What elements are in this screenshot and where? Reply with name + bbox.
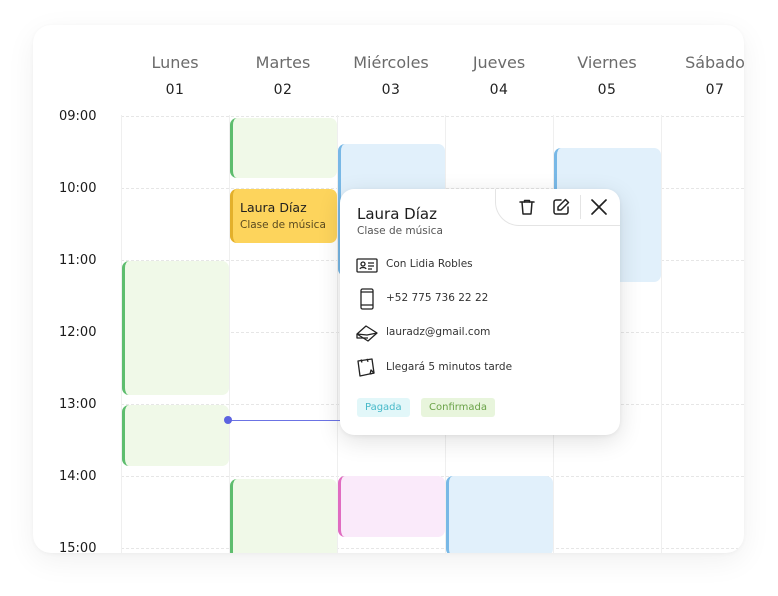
hour-label: 11:00 (59, 253, 97, 268)
hour-label: 15:00 (59, 541, 97, 553)
popup-email[interactable]: lauradz@gmail.com (386, 326, 490, 338)
event-subtitle: Clase de música (240, 219, 326, 231)
day-number: 04 (489, 82, 509, 98)
event-block[interactable] (122, 261, 229, 395)
hour-label: 14:00 (59, 469, 97, 484)
grid-hour-line (121, 116, 744, 117)
hour-label: 13:00 (59, 397, 97, 412)
current-time-dot (224, 416, 232, 424)
status-badge-paid: Pagada (357, 398, 410, 417)
event-block[interactable] (230, 118, 337, 178)
popup-client-name: Laura Díaz (357, 205, 437, 223)
day-number: 02 (273, 82, 293, 98)
phone-icon (355, 288, 379, 310)
day-name: Martes (255, 53, 311, 72)
day-number: 05 (597, 82, 617, 98)
id-card-icon (355, 254, 379, 276)
envelope-icon (355, 322, 379, 344)
trash-icon[interactable] (516, 196, 538, 218)
hour-label: 09:00 (59, 109, 97, 124)
popup-phone[interactable]: +52 775 736 22 22 (386, 292, 488, 304)
grid-day-line (661, 115, 662, 553)
day-name: Sábado (685, 53, 744, 72)
status-badge-confirmed: Confirmada (421, 398, 496, 417)
day-name: Lunes (151, 53, 199, 72)
day-number: 01 (165, 82, 185, 98)
grid-hour-line (121, 548, 744, 549)
popup-class-name: Clase de música (357, 225, 443, 237)
event-block[interactable] (338, 476, 445, 537)
hour-label: 10:00 (59, 181, 97, 196)
day-number: 03 (381, 82, 401, 98)
action-divider (580, 195, 581, 219)
popup-teacher: Con Lidia Robles (386, 258, 473, 270)
note-icon (355, 357, 379, 379)
event-detail-popup: Laura Díaz Clase de música Con Lidia Rob… (340, 189, 620, 435)
popup-actions (495, 189, 620, 226)
day-name: Miércoles (353, 53, 429, 72)
event-block[interactable] (122, 405, 229, 466)
day-name: Jueves (472, 53, 526, 72)
day-name: Viernes (577, 53, 637, 72)
close-icon[interactable] (588, 196, 610, 218)
edit-icon[interactable] (550, 196, 572, 218)
day-number: 07 (705, 82, 725, 98)
current-time-line (231, 420, 341, 421)
hour-label: 12:00 (59, 325, 97, 340)
event-title: Laura Díaz (240, 200, 307, 215)
popup-note: Llegará 5 minutos tarde (386, 361, 513, 373)
event-block[interactable] (230, 479, 337, 553)
event-block[interactable] (446, 476, 553, 553)
event-laura-diaz[interactable]: Laura Díaz Clase de música (230, 189, 337, 243)
